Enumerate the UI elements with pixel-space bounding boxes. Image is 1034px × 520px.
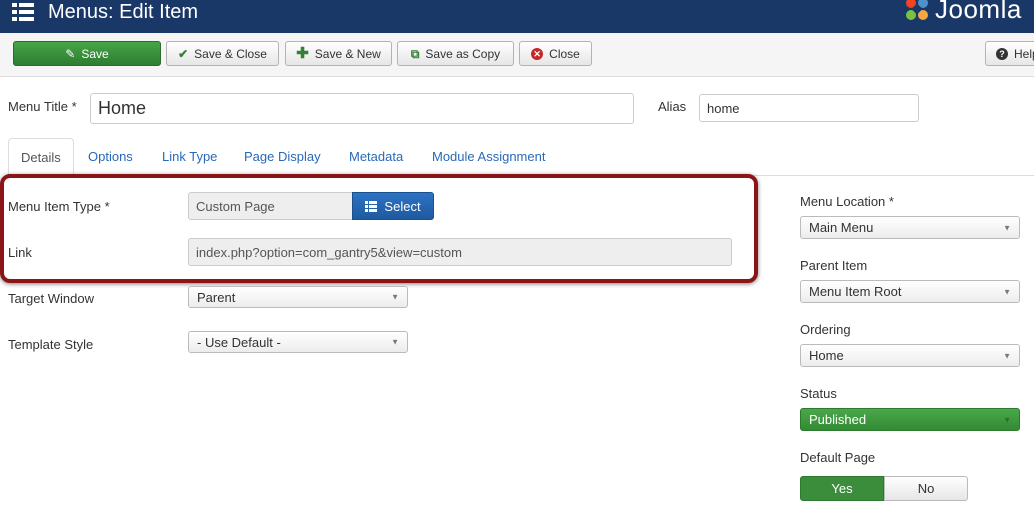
menu-title-input[interactable]: Home [90,93,634,124]
save-new-button[interactable]: ✚ Save & New [285,41,392,66]
default-page-label: Default Page [800,450,876,465]
tab-options[interactable]: Options [88,138,133,176]
default-page-no-button[interactable]: No [884,476,968,501]
highlight-box [0,174,758,283]
ordering-select[interactable]: Home ▼ [800,344,1020,367]
help-button[interactable]: ? Help [985,41,1034,66]
chevron-down-icon: ▼ [1003,287,1011,296]
chevron-down-icon: ▼ [1003,223,1011,232]
template-style-select[interactable]: - Use Default - ▼ [188,331,408,353]
save-button[interactable]: ✎ Save [13,41,161,66]
save-close-button[interactable]: ✔ Save & Close [166,41,279,66]
close-icon: ✕ [531,47,544,60]
template-style-label: Template Style [8,337,94,352]
tab-details[interactable]: Details [8,138,74,176]
brand-name: Joomla [935,0,1022,24]
save-copy-button[interactable]: ⧉ Save as Copy [397,41,514,66]
status-select[interactable]: Published ▼ [800,408,1020,431]
default-page-yes-button[interactable]: Yes [800,476,884,501]
joomla-logo[interactable]: Joomla [903,0,1022,24]
page-title: Menus: Edit Item [48,1,199,23]
target-window-label: Target Window [8,291,94,306]
edit-icon: ✎ [65,46,76,61]
joomla-logo-icon [906,0,928,20]
close-button[interactable]: ✕ Close [519,41,592,66]
tab-link-type[interactable]: Link Type [162,138,217,176]
target-window-select[interactable]: Parent ▼ [188,286,408,308]
tab-metadata[interactable]: Metadata [349,138,403,176]
tab-module-assignment[interactable]: Module Assignment [432,138,545,176]
menu-title-label: Menu Title * [8,99,77,114]
tab-page-display[interactable]: Page Display [244,138,321,176]
ordering-label: Ordering [800,322,851,337]
app-header: Menus: Edit Item Joomla [0,0,1034,33]
parent-item-label: Parent Item [800,258,868,273]
list-menu-icon [12,3,34,21]
checkmark-icon: ✔ [178,46,189,61]
alias-label: Alias [658,99,687,114]
copy-icon: ⧉ [410,46,420,61]
chevron-down-icon: ▼ [391,292,399,302]
toolbar: ✎ Save ✔ Save & Close ✚ Save & New ⧉ Sav… [0,33,1034,77]
menu-location-select[interactable]: Main Menu ▼ [800,216,1020,239]
plus-icon: ✚ [296,44,309,62]
chevron-down-icon: ▼ [1003,351,1011,360]
chevron-down-icon: ▼ [391,337,399,347]
menu-location-label: Menu Location * [800,194,894,209]
alias-input[interactable]: home [699,94,919,122]
status-label: Status [800,386,837,401]
chevron-down-icon: ▼ [1003,415,1011,424]
parent-item-select[interactable]: Menu Item Root ▼ [800,280,1020,303]
help-icon: ? [996,47,1008,60]
